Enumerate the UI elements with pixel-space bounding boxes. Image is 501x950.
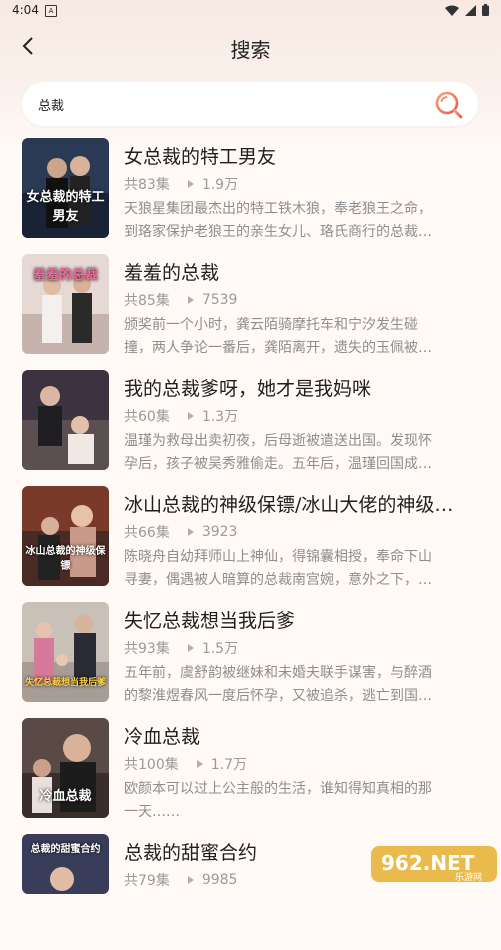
list-item[interactable]: 冷血总裁 冷血总裁 共100集 1.7万 欧颜本可以过上公主般的生活，谁知得知真… xyxy=(0,718,501,834)
item-description: 五年前，虞舒韵被继妹和未婚夫联手谋害，与醉酒 的黎淮煜春风一度后怀孕，又被追杀，… xyxy=(124,662,494,708)
result-list: 女总裁的特工男友 女总裁的特工男友 共83集 1.9万 天狼星集团最杰出的特工铁… xyxy=(0,138,501,950)
description-line: 天狼星集团最杰出的特工铁木狼，奉老狼王之命， xyxy=(124,201,432,217)
item-description: 温瑾为救母出卖初夜，后母逝被遣送出国。发现怀 孕后，孩子被吴秀雅偷走。五年后，温… xyxy=(124,430,494,476)
item-meta: 共83集 1.9万 xyxy=(124,174,238,194)
description-line: 到珞家保护老狼王的亲生女儿、珞氏商行的总裁… xyxy=(124,224,432,240)
item-description: 天狼星集团最杰出的特工铁木狼，奉老狼王之命， 到珞家保护老狼王的亲生女儿、珞氏商… xyxy=(124,198,494,244)
cover-title-text: 冰山总裁的神级保镖 xyxy=(25,546,106,572)
system-icons xyxy=(445,4,489,16)
view-count: 1.9万 xyxy=(201,177,239,193)
search-input[interactable] xyxy=(38,82,418,126)
play-icon xyxy=(187,180,194,188)
description-line: 陈晓舟自幼拜师山上神仙，得锦囊相授，奉命下山 xyxy=(124,549,432,565)
item-title: 羞羞的总裁 xyxy=(124,262,220,284)
cover-image xyxy=(22,370,109,470)
episode-count: 共60集 xyxy=(124,409,170,425)
episode-count: 共85集 xyxy=(124,293,170,309)
episode-count: 共93集 xyxy=(124,641,170,657)
play-icon xyxy=(187,296,194,304)
episode-count: 共79集 xyxy=(124,873,170,889)
play-icon xyxy=(196,760,203,768)
watermark-logo: 962.NET 乐游网 xyxy=(371,840,497,886)
view-count: 3923 xyxy=(201,524,238,540)
item-title: 我的总裁爹呀，她才是我妈咪 xyxy=(124,378,372,400)
svg-text:962.NET: 962.NET xyxy=(381,851,475,875)
description-line: 一天…… xyxy=(124,804,180,820)
description-line: 的黎淮煜春风一度后怀孕，又被追杀，逃亡到国… xyxy=(124,688,432,704)
cover-title-text: 羞羞的总裁 xyxy=(32,268,98,283)
list-item[interactable]: 我的总裁爹呀，她才是我妈咪 共60集 1.3万 温瑾为救母出卖初夜，后母逝被遣送… xyxy=(0,370,501,486)
play-icon xyxy=(187,412,194,420)
list-item[interactable]: 冰山总裁的神级保镖 冰山总裁的神级保镖/冰山大佬的神级… 共66集 3923 陈… xyxy=(0,486,501,602)
item-description: 欧颜本可以过上公主般的生活，谁知得知真相的那 一天…… xyxy=(124,778,494,824)
cover-image: 女总裁的特工男友 xyxy=(22,138,109,238)
episode-count: 共66集 xyxy=(124,525,170,541)
item-meta: 共60集 1.3万 xyxy=(124,406,238,426)
status-bar: 4:04 A xyxy=(0,0,501,22)
item-title: 女总裁的特工男友 xyxy=(124,146,277,168)
episode-count: 共83集 xyxy=(124,177,170,193)
cover-image: 羞羞的总裁 xyxy=(22,254,109,354)
view-count: 1.7万 xyxy=(210,757,247,773)
cover-image: 冰山总裁的神级保镖 xyxy=(22,486,109,586)
view-count: 9985 xyxy=(201,872,238,888)
description-line: 撞，两人争论一番后，龚陌离开，遗失的玉佩被… xyxy=(124,340,432,356)
cover-title-text: 失忆总裁想当我后爹 xyxy=(24,678,106,688)
app-notification-icon: A xyxy=(45,5,57,17)
item-meta: 共85集 7539 xyxy=(124,290,237,310)
description-line: 五年前，虞舒韵被继妹和未婚夫联手谋害，与醉酒 xyxy=(124,665,432,681)
status-time: 4:04 xyxy=(12,3,39,17)
cover-image: 冷血总裁 xyxy=(22,718,109,818)
cover-image: 总裁的甜蜜合约 xyxy=(22,834,109,894)
search-icon xyxy=(435,91,463,119)
nav-bar: 搜索 xyxy=(0,28,501,68)
battery-icon xyxy=(482,4,489,16)
signal-icon xyxy=(465,4,476,16)
cover-title-text: 女总裁的特工男友 xyxy=(26,190,105,224)
page-title: 搜索 xyxy=(230,38,271,62)
item-meta: 共93集 1.5万 xyxy=(124,638,238,658)
item-description: 颁奖前一个小时，龚云陌骑摩托车和宁汐发生碰 撞，两人争论一番后，龚陌离开，遗失的… xyxy=(124,314,494,360)
item-title: 失忆总裁想当我后爹 xyxy=(124,610,296,632)
description-line: 颁奖前一个小时，龚云陌骑摩托车和宁汐发生碰 xyxy=(124,317,418,333)
description-line: 寻妻，偶遇被人暗算的总裁南宫婉，意外之下，… xyxy=(124,572,432,588)
play-icon xyxy=(187,876,194,884)
header-background xyxy=(0,0,501,150)
play-icon xyxy=(187,528,194,536)
cover-title-text: 总裁的甜蜜合约 xyxy=(30,844,101,855)
play-icon xyxy=(187,644,194,652)
cover-title-text: 冷血总裁 xyxy=(39,789,92,804)
item-title: 冰山总裁的神级保镖/冰山大佬的神级… xyxy=(124,494,454,516)
list-item[interactable]: 女总裁的特工男友 女总裁的特工男友 共83集 1.9万 天狼星集团最杰出的特工铁… xyxy=(0,138,501,254)
episode-count: 共100集 xyxy=(124,757,179,773)
item-meta: 共100集 1.7万 xyxy=(124,754,247,774)
item-meta: 共66集 3923 xyxy=(124,522,237,542)
description-line: 温瑾为救母出卖初夜，后母逝被遣送出国。发现怀 xyxy=(124,433,432,449)
view-count: 1.3万 xyxy=(201,409,239,425)
item-meta: 共79集 9985 xyxy=(124,870,237,890)
list-item[interactable]: 羞羞的总裁 羞羞的总裁 共85集 7539 颁奖前一个小时，龚云陌骑摩托车和宁汐… xyxy=(0,254,501,370)
svg-text:乐游网: 乐游网 xyxy=(455,871,482,883)
description-line: 孕后，孩子被吴秀雅偷走。五年后，温瑾回国成… xyxy=(124,456,432,472)
search-button[interactable] xyxy=(434,90,464,120)
list-item[interactable]: 失忆总裁想当我后爹 失忆总裁想当我后爹 共93集 1.5万 五年前，虞舒韵被继妹… xyxy=(0,602,501,718)
item-description: 陈晓舟自幼拜师山上神仙，得锦囊相授，奉命下山 寻妻，偶遇被人暗算的总裁南宫婉，意… xyxy=(124,546,494,592)
cover-image: 失忆总裁想当我后爹 xyxy=(22,602,109,702)
view-count: 7539 xyxy=(201,292,238,308)
view-count: 1.5万 xyxy=(201,641,239,657)
wifi-icon xyxy=(445,5,459,16)
description-line: 欧颜本可以过上公主般的生活，谁知得知真相的那 xyxy=(124,781,432,797)
search-bar xyxy=(22,82,478,126)
item-title: 冷血总裁 xyxy=(124,726,201,748)
